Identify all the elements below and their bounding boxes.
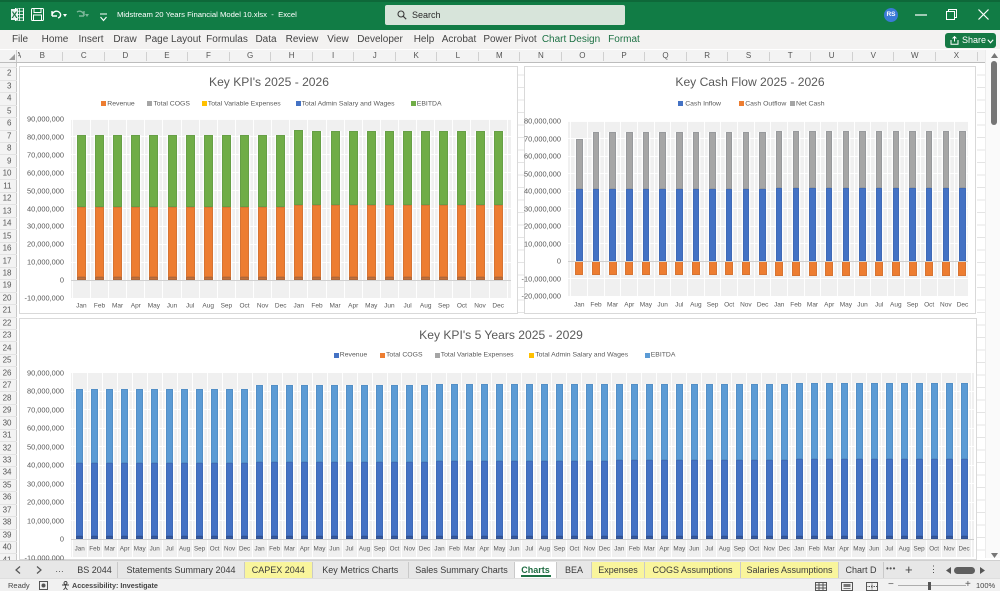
svg-text:X: X (12, 10, 18, 20)
